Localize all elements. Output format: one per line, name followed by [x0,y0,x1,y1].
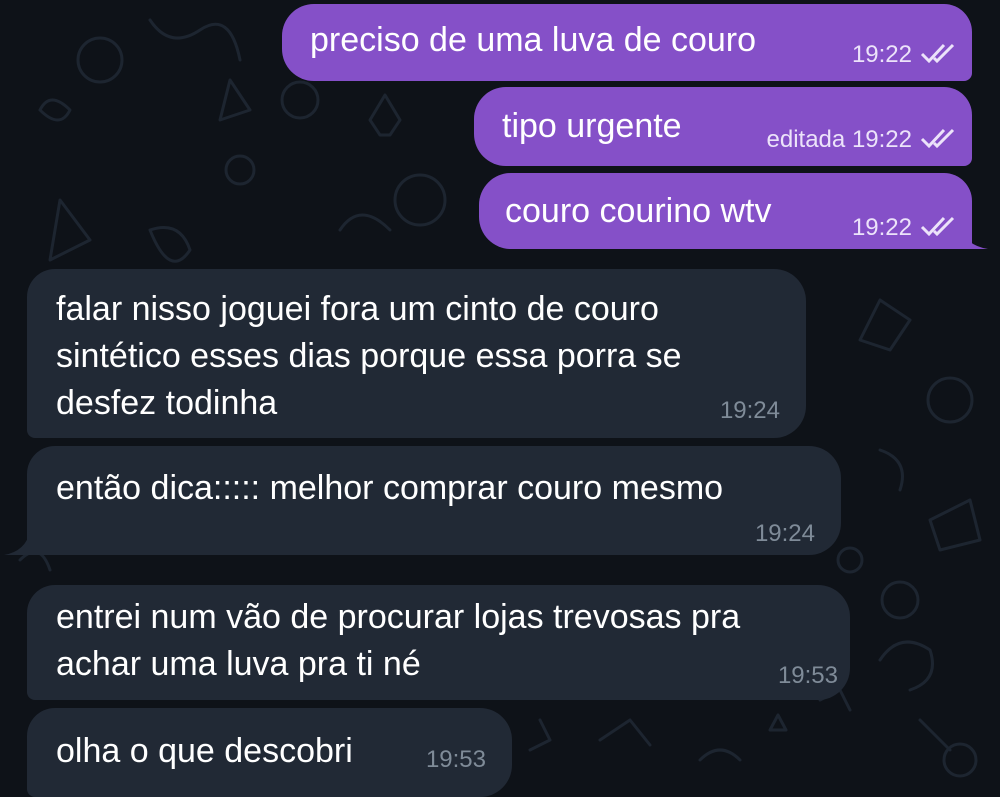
message-line: falar nisso joguei fora um cinto de cour… [56,290,659,328]
double-check-icon [920,43,955,64]
incoming-message[interactable]: olha o que descobri 19:53 [27,708,512,797]
outgoing-message[interactable]: couro courino wtv 19:22 [479,173,972,249]
outgoing-message[interactable]: preciso de uma luva de couro 19:22 [282,4,972,81]
message-time: 19:22 [851,41,912,68]
message-time: 19:53 [777,662,838,689]
message-text: couro courino wtv [505,192,772,230]
message-meta: 19:22 [852,214,958,242]
double-check-icon [920,216,955,237]
message-line: sintético esses dias porque essa porra s… [56,337,682,375]
message-time: 19:53 [425,746,486,773]
message-time: 19:24 [719,397,780,424]
incoming-message[interactable]: entrei num vão de procurar lojas trevosa… [27,585,850,700]
bubble-tail [4,531,30,555]
message-time: 19:22 [851,214,912,241]
bubble-tail [960,225,988,249]
message-time: 19:22 [851,126,912,153]
message-time: 19:24 [754,520,815,547]
message-text: olha o que descobri [56,732,353,770]
double-check-icon [920,128,955,149]
edited-label: editada [766,126,846,153]
message-line: desfez todinha [56,384,278,422]
message-text: então dica::::: melhor comprar couro mes… [56,469,724,507]
message-line: achar uma luva pra ti né [56,645,421,683]
message-line: entrei num vão de procurar lojas trevosa… [56,598,741,636]
message-text: tipo urgente [502,107,682,145]
message-text: preciso de uma luva de couro [310,21,757,59]
outgoing-message[interactable]: tipo urgente editada 19:22 [474,87,972,166]
incoming-message[interactable]: falar nisso joguei fora um cinto de cour… [27,269,806,438]
message-meta: 19:22 [852,41,958,69]
incoming-message[interactable]: então dica::::: melhor comprar couro mes… [27,446,841,555]
message-meta: editada 19:22 [767,126,958,154]
message-list[interactable]: preciso de uma luva de couro 19:22 tipo … [0,0,1000,797]
